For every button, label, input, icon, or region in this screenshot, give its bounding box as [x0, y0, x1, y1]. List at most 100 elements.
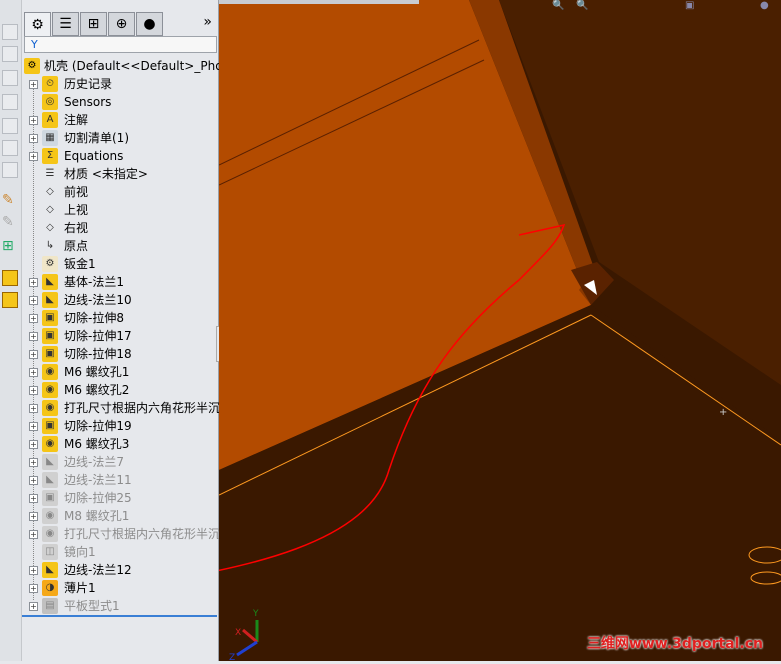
cut-icon[interactable] — [2, 292, 18, 308]
edge-flange-icon: ◣ — [42, 562, 58, 578]
expand-toggle[interactable]: + — [29, 529, 38, 539]
tree-item-label: 右视 — [64, 221, 89, 235]
sensors-icon: ◎ — [42, 94, 58, 110]
view-cube-icon[interactable] — [2, 70, 18, 86]
dimxpert-tab[interactable]: ⊕ — [108, 12, 135, 36]
part-icon: ⚙ — [24, 58, 40, 74]
plane-icon: ◇ — [46, 204, 54, 215]
cut-list-icon: ▦ — [42, 130, 58, 146]
expand-toggle[interactable]: + — [29, 475, 38, 485]
expand-toggle[interactable]: + — [29, 565, 38, 575]
configuration-manager-tab[interactable]: ⊞ — [80, 12, 107, 36]
view-orientation-icon[interactable]: ▣ — [685, 0, 694, 11]
tree-item-label: 切除-拉伸17 — [64, 329, 132, 343]
tree-filter-input[interactable]: Y — [24, 36, 217, 53]
view-cube-icon[interactable] — [2, 140, 18, 156]
material-icon: ☰ — [45, 168, 55, 179]
expand-toggle[interactable]: + — [29, 601, 38, 611]
filter-icon: Y — [31, 38, 38, 51]
tree-item-label: 边线-法兰7 — [64, 455, 124, 469]
expand-toggle[interactable]: + — [29, 403, 38, 413]
more-tabs-button[interactable]: » — [203, 14, 212, 30]
triad-z-label: Z — [229, 653, 235, 661]
top-toolbar-edge — [219, 0, 419, 4]
property-manager-icon: ☰ — [59, 16, 72, 32]
cut-extrude-icon: ▣ — [42, 418, 58, 434]
tree-item-label: M6 螺纹孔3 — [64, 437, 130, 451]
tab-feature-icon: ◑ — [42, 580, 58, 596]
appearance-icon[interactable]: ● — [760, 0, 769, 11]
view-cube-icon[interactable] — [2, 118, 18, 134]
expand-toggle[interactable]: + — [29, 583, 38, 593]
cursor-crosshair: + — [719, 407, 727, 418]
plane-icon: ◇ — [46, 222, 54, 233]
tree-item-label: 上视 — [64, 203, 89, 217]
expand-toggle[interactable]: + — [29, 151, 38, 161]
tree-item-label: 前视 — [64, 185, 89, 199]
cut-extrude-icon: ▣ — [42, 328, 58, 344]
left-command-toolbar: ✎ ✎ ⊞ — [0, 0, 22, 661]
view-cube-icon[interactable] — [2, 94, 18, 110]
zoom-area-icon[interactable]: 🔍 — [576, 0, 588, 11]
base-flange-icon: ◣ — [42, 274, 58, 290]
hole-wizard-icon: ◉ — [42, 400, 58, 416]
tree-item-label: 材质 <未指定> — [64, 167, 148, 181]
triad-y-label: Y — [252, 609, 259, 619]
expand-toggle[interactable]: + — [29, 439, 38, 449]
smart-dimension-icon[interactable]: ✎ — [2, 214, 14, 230]
tree-item-label: M6 螺纹孔1 — [64, 365, 130, 379]
edge-flange-icon: ◣ — [42, 454, 58, 470]
hole-wizard-icon: ◉ — [42, 364, 58, 380]
tree-item-label: Equations — [64, 149, 124, 163]
expand-toggle[interactable]: + — [29, 79, 38, 89]
expand-toggle[interactable]: + — [29, 493, 38, 503]
triad-x-label: X — [235, 628, 241, 638]
hole-wizard-icon: ◉ — [42, 508, 58, 524]
rollback-bar[interactable] — [22, 615, 217, 617]
extrude-icon[interactable] — [2, 270, 18, 286]
expand-toggle[interactable]: + — [29, 313, 38, 323]
view-cube-icon[interactable] — [2, 46, 18, 62]
view-cube-icon[interactable] — [2, 24, 18, 40]
tree-item-label: 打孔尺寸根据内六角花形半沉 — [64, 527, 221, 541]
property-manager-tab[interactable]: ☰ — [52, 12, 79, 36]
cut-extrude-icon: ▣ — [42, 310, 58, 326]
zoom-to-fit-icon[interactable]: 🔍 — [552, 0, 564, 11]
tree-item-label: 镜向1 — [64, 545, 96, 559]
equations-icon: Σ — [42, 148, 58, 164]
feature-manager-tab[interactable]: ⚙ — [24, 12, 51, 36]
expand-toggle[interactable]: + — [29, 367, 38, 377]
graphics-viewport[interactable]: + Y X Z — [96, 0, 781, 663]
tree-item-label: 切除-拉伸19 — [64, 419, 132, 433]
tree-item-label: M8 螺纹孔1 — [64, 509, 130, 523]
configuration-manager-icon: ⊞ — [87, 16, 100, 32]
expand-toggle[interactable]: + — [29, 133, 38, 143]
expand-toggle[interactable]: + — [29, 385, 38, 395]
sketch-icon[interactable]: ✎ — [2, 192, 14, 208]
expand-toggle[interactable]: + — [29, 295, 38, 305]
expand-toggle[interactable]: + — [29, 457, 38, 467]
expand-toggle[interactable]: + — [29, 331, 38, 341]
tree-item-label: M6 螺纹孔2 — [64, 383, 130, 397]
hole-wizard-icon: ◉ — [42, 526, 58, 542]
expand-toggle[interactable]: + — [29, 115, 38, 125]
tree-item-label: 钣金1 — [64, 257, 96, 271]
view-cube-icon[interactable] — [2, 162, 18, 178]
tree-item-label: 边线-法兰10 — [64, 293, 132, 307]
display-manager-tab[interactable]: ● — [136, 12, 163, 36]
sheet-metal-icon: ⚙ — [42, 256, 58, 272]
expand-toggle[interactable]: + — [29, 349, 38, 359]
tree-item-label: 历史记录 — [64, 77, 113, 91]
expand-toggle[interactable]: + — [29, 277, 38, 287]
cut-extrude-icon: ▣ — [42, 346, 58, 362]
expand-toggle[interactable]: + — [29, 421, 38, 431]
tree-item-label: 切除-拉伸25 — [64, 491, 132, 505]
tree-item-label: 薄片1 — [64, 581, 96, 595]
cut-extrude-icon: ▣ — [42, 490, 58, 506]
relations-icon[interactable]: ⊞ — [2, 238, 14, 254]
tree-item-label: 切除-拉伸18 — [64, 347, 132, 361]
expand-toggle[interactable]: + — [29, 511, 38, 521]
tree-item-label: 注解 — [64, 113, 89, 127]
tree-item-label: 打孔尺寸根据内六角花形半沉 — [64, 401, 221, 415]
feature-manager-icon: ⚙ — [31, 16, 44, 33]
